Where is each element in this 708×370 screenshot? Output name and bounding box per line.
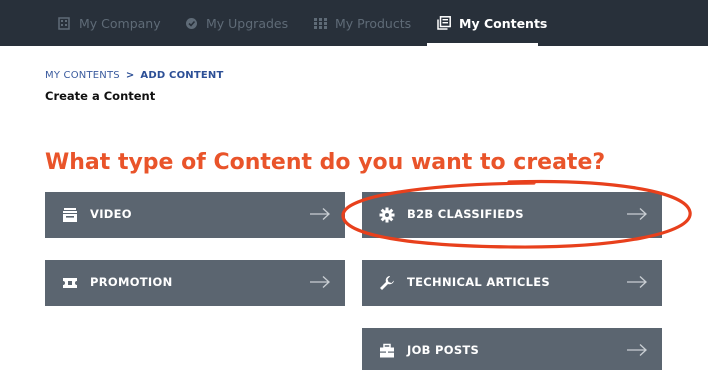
- stacked-pages-icon: [437, 16, 451, 30]
- grid-icon: [313, 16, 327, 30]
- tile-label: JOB POSTS: [407, 343, 480, 357]
- tile-label: PROMOTION: [90, 275, 173, 289]
- breadcrumb: MY CONTENTS > ADD CONTENT: [45, 70, 223, 81]
- active-tab-indicator: [427, 43, 538, 46]
- video-icon: [62, 207, 78, 223]
- arrow-right-icon: [309, 274, 331, 290]
- arrow-right-icon: [309, 206, 331, 222]
- gear-icon: [379, 207, 395, 223]
- promotion-content-button[interactable]: PROMOTION: [45, 260, 345, 306]
- video-content-button[interactable]: VIDEO: [45, 192, 345, 238]
- job-posts-content-button[interactable]: JOB POSTS: [362, 328, 662, 370]
- breadcrumb-parent-link[interactable]: MY CONTENTS: [45, 70, 120, 81]
- nav-item-label: My Products: [335, 15, 412, 31]
- nav-item-my-upgrades[interactable]: My Upgrades: [184, 0, 288, 46]
- technical-articles-content-button[interactable]: TECHNICAL ARTICLES: [362, 260, 662, 306]
- nav-item-label: My Contents: [459, 15, 548, 31]
- tile-label: B2B CLASSIFIEDS: [407, 207, 524, 221]
- ticket-icon: [62, 275, 78, 291]
- arrow-right-icon: [626, 274, 648, 290]
- nav-item-label: My Upgrades: [206, 15, 289, 31]
- top-navigation-bar: My Company My Upgrades My Products My Co…: [0, 0, 708, 46]
- nav-item-my-contents[interactable]: My Contents: [437, 0, 547, 46]
- nav-item-label: My Company: [79, 15, 161, 31]
- content-type-question: What type of Content do you want to crea…: [45, 150, 606, 175]
- breadcrumb-current: ADD CONTENT: [140, 70, 224, 81]
- b2b-classifieds-content-button[interactable]: B2B CLASSIFIEDS: [362, 192, 662, 238]
- wrench-icon: [379, 275, 395, 291]
- breadcrumb-separator: >: [125, 70, 135, 81]
- nav-item-my-company[interactable]: My Company: [57, 0, 161, 46]
- tile-label: VIDEO: [90, 207, 132, 221]
- arrow-right-icon: [626, 342, 648, 358]
- page-title: Create a Content: [45, 89, 156, 103]
- building-icon: [57, 16, 71, 30]
- nav-item-my-products[interactable]: My Products: [313, 0, 411, 46]
- arrow-right-icon: [626, 206, 648, 222]
- tile-label: TECHNICAL ARTICLES: [407, 275, 551, 289]
- briefcase-icon: [379, 343, 395, 359]
- badge-check-icon: [184, 16, 198, 30]
